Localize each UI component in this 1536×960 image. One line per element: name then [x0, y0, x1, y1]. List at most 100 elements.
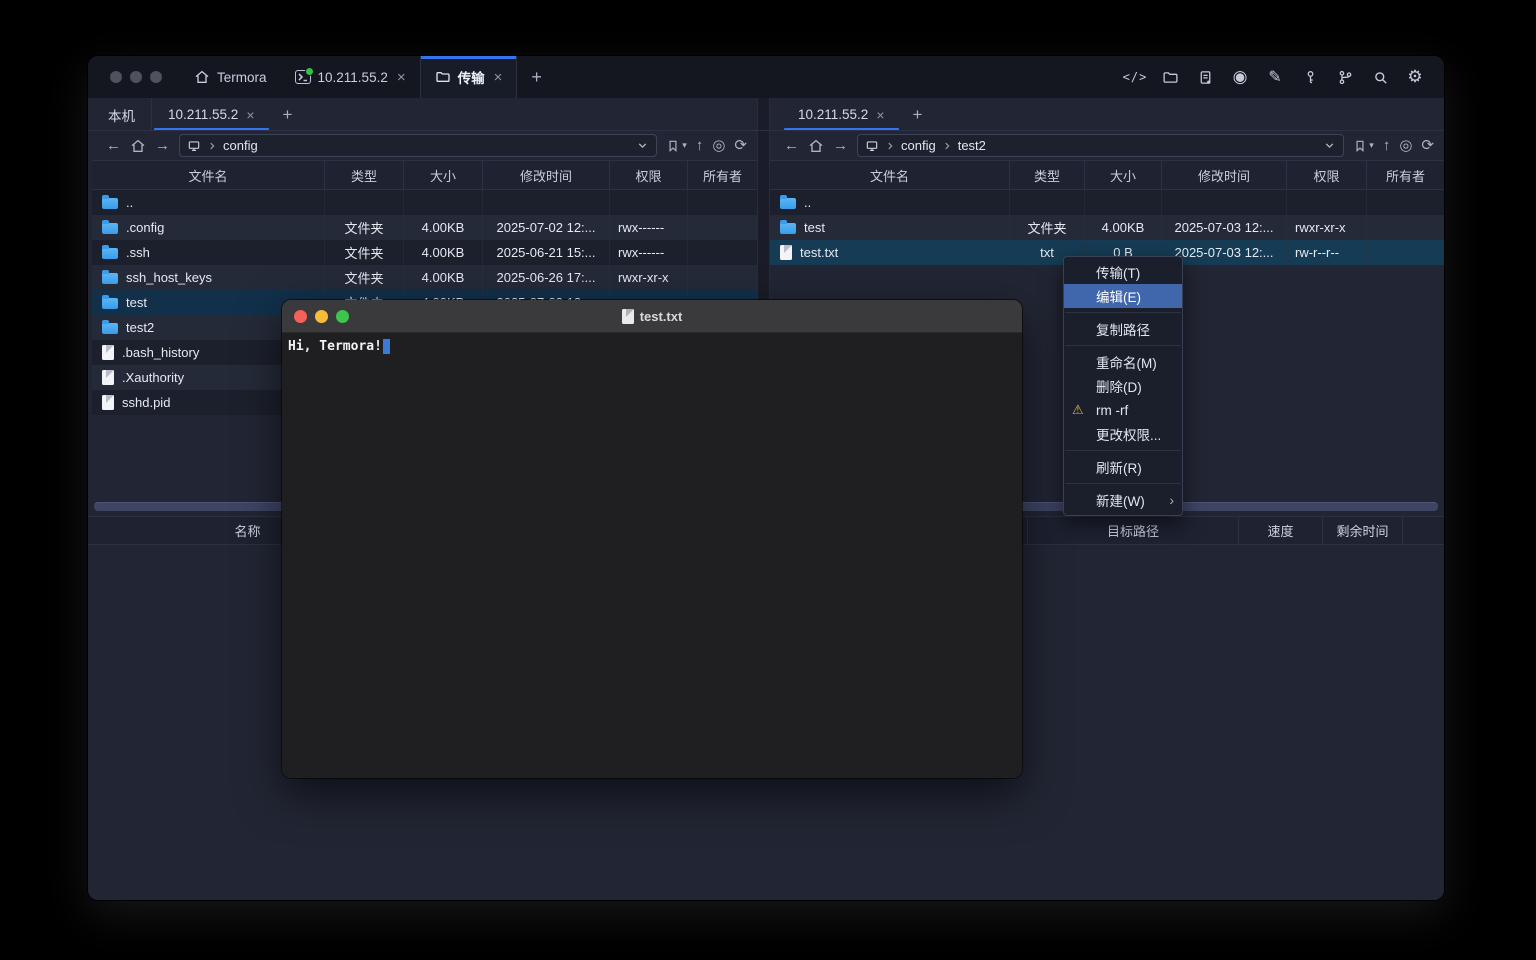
close-tab-icon[interactable]: × [876, 107, 884, 123]
column-header-modified[interactable]: 修改时间 [483, 161, 610, 189]
editor-minimize-button[interactable] [315, 310, 328, 323]
menu-item[interactable]: 更改权限... [1064, 422, 1182, 446]
column-header-owner[interactable]: 所有者 [688, 161, 757, 189]
menu-item[interactable]: 新建(W)› [1064, 488, 1182, 512]
back-icon[interactable]: ← [106, 138, 121, 153]
show-hidden-files-icon[interactable]: ◎ [712, 138, 725, 153]
breadcrumb-separator-icon [942, 141, 952, 151]
file-row[interactable]: .ssh文件夹4.00KB2025-06-21 15:...rwx------ [92, 240, 757, 265]
chevron-down-icon[interactable] [636, 139, 649, 152]
parent-directory-icon[interactable]: ↑ [696, 138, 704, 153]
column-header-filename[interactable]: 文件名 [92, 161, 325, 189]
menu-item[interactable]: ⚠rm -rf [1064, 398, 1182, 422]
code-snippets-icon[interactable]: </> [1124, 66, 1146, 88]
macro-record-icon[interactable]: ◉ [1229, 66, 1251, 88]
file-row[interactable]: ssh_host_keys文件夹4.00KB2025-06-26 17:...r… [92, 265, 757, 290]
left-path-input[interactable]: config [179, 134, 657, 157]
forward-icon[interactable]: → [833, 138, 848, 153]
computer-icon [865, 139, 879, 153]
column-header-modified[interactable]: 修改时间 [1162, 161, 1287, 189]
show-hidden-files-icon[interactable]: ◎ [1399, 138, 1412, 153]
event-log-icon[interactable] [1194, 66, 1216, 88]
close-tab-icon[interactable]: × [397, 69, 406, 86]
column-header-speed[interactable]: 速度 [1239, 517, 1323, 544]
menu-item[interactable]: 重命名(M) [1064, 350, 1182, 374]
back-icon[interactable]: ← [784, 138, 799, 153]
bookmark-control[interactable]: ▾ [666, 139, 687, 153]
key-icon[interactable] [1299, 66, 1321, 88]
titlebar-toolbar: </> ◉ ✎ ⚙ [1124, 56, 1444, 98]
file-modified-cell [1162, 190, 1287, 215]
search-icon[interactable] [1369, 66, 1391, 88]
menu-item[interactable]: 删除(D) [1064, 374, 1182, 398]
edit-pen-icon[interactable]: ✎ [1264, 66, 1286, 88]
folder-icon [780, 198, 796, 209]
editor-content-area[interactable]: Hi, Termora! [282, 333, 1022, 778]
file-permissions-cell: rw-r--r-- [1287, 240, 1367, 265]
minimize-window-button[interactable] [130, 71, 142, 83]
file-name: sshd.pid [122, 395, 170, 410]
column-header-filename[interactable]: 文件名 [770, 161, 1010, 189]
close-tab-icon[interactable]: × [494, 69, 503, 86]
tab-termora-home[interactable]: Termora [180, 56, 281, 98]
tab-transfer[interactable]: 传输 × [420, 56, 518, 98]
menu-item[interactable]: 复制路径 [1064, 317, 1182, 341]
menu-item[interactable]: 传输(T) [1064, 260, 1182, 284]
menu-separator [1065, 345, 1181, 346]
file-owner-cell [688, 265, 757, 290]
file-row[interactable]: .config文件夹4.00KB2025-07-02 12:...rwx----… [92, 215, 757, 240]
submenu-arrow-icon: › [1169, 492, 1174, 508]
editor-zoom-button[interactable] [336, 310, 349, 323]
left-panel-tabs: 本机 10.211.55.2 × + [92, 98, 757, 131]
parent-directory-icon[interactable]: ↑ [1383, 138, 1391, 153]
column-header-size[interactable]: 大小 [404, 161, 483, 189]
menu-item[interactable]: 刷新(R) [1064, 455, 1182, 479]
settings-gear-icon[interactable]: ⚙ [1404, 66, 1426, 88]
right-new-tab-button[interactable]: + [901, 98, 935, 131]
tab-right-host[interactable]: 10.211.55.2 × [782, 98, 901, 131]
menu-item[interactable]: 编辑(E) [1064, 284, 1182, 308]
close-tab-icon[interactable]: × [246, 107, 254, 123]
zoom-window-button[interactable] [150, 71, 162, 83]
close-window-button[interactable] [110, 71, 122, 83]
editor-titlebar[interactable]: test.txt [282, 300, 1022, 333]
column-header-type[interactable]: 类型 [1010, 161, 1085, 189]
file-owner-cell [688, 240, 757, 265]
column-header-owner[interactable]: 所有者 [1367, 161, 1444, 189]
tab-local-machine[interactable]: 本机 [92, 98, 152, 131]
file-owner-cell [1367, 190, 1444, 215]
home-icon[interactable] [808, 138, 824, 154]
tab-left-host[interactable]: 10.211.55.2 × [152, 98, 271, 131]
file-name: .Xauthority [122, 370, 184, 385]
keychain-manager-icon[interactable] [1334, 66, 1356, 88]
column-header-size[interactable]: 大小 [1085, 161, 1162, 189]
file-name: .ssh [126, 245, 150, 260]
new-window-tab-button[interactable]: + [517, 56, 556, 98]
column-header-permissions[interactable]: 权限 [1287, 161, 1367, 189]
refresh-icon[interactable]: ⟳ [1421, 138, 1434, 153]
chevron-down-icon[interactable] [1323, 139, 1336, 152]
bookmark-control[interactable]: ▾ [1353, 139, 1374, 153]
file-row[interactable]: test文件夹4.00KB2025-07-03 12:...rwxr-xr-x [770, 215, 1444, 240]
file-row[interactable]: .. [770, 190, 1444, 215]
file-permissions-cell: rwxr-xr-x [1287, 215, 1367, 240]
refresh-icon[interactable]: ⟳ [734, 138, 747, 153]
bookmark-caret-icon: ▾ [1369, 140, 1374, 151]
bookmark-icon [666, 139, 680, 153]
left-new-tab-button[interactable]: + [271, 98, 305, 131]
file-owner-cell [1367, 215, 1444, 240]
column-header-type[interactable]: 类型 [325, 161, 404, 189]
context-menu: 传输(T)编辑(E) 复制路径重命名(M)删除(D)⚠rm -rf更改权限... 刷… [1063, 256, 1183, 516]
column-header-permissions[interactable]: 权限 [610, 161, 688, 189]
column-header-target-path[interactable]: 目标路径 [1028, 517, 1239, 544]
editor-close-button[interactable] [294, 310, 307, 323]
right-path-input[interactable]: config test2 [857, 134, 1344, 157]
file-row[interactable]: .. [92, 190, 757, 215]
tab-host-10-211-55-2[interactable]: 10.211.55.2 × [281, 56, 420, 98]
editor-window: test.txt Hi, Termora! [282, 300, 1022, 778]
folder-icon[interactable] [1159, 66, 1181, 88]
home-icon[interactable] [130, 138, 146, 154]
column-header-time-remaining[interactable]: 剩余时间 [1323, 517, 1403, 544]
forward-icon[interactable]: → [155, 138, 170, 153]
menu-item-label: 删除(D) [1096, 376, 1174, 396]
